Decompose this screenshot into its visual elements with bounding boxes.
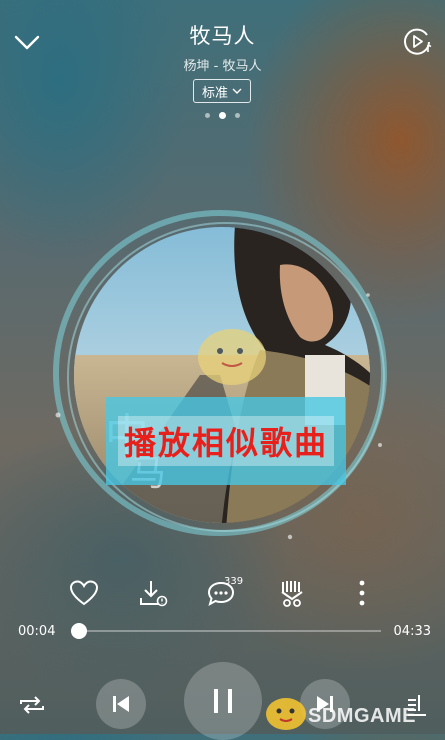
total-time: 04:33 bbox=[393, 624, 431, 639]
more-button[interactable] bbox=[342, 573, 382, 613]
watermark-mascot-icon bbox=[266, 698, 306, 730]
previous-button[interactable] bbox=[96, 679, 146, 729]
play-pause-button[interactable] bbox=[184, 662, 262, 740]
page-indicator bbox=[0, 112, 445, 119]
watermark-text: SDMGAME bbox=[308, 705, 416, 727]
watermark: SDMGAME bbox=[262, 690, 445, 734]
song-artist: 杨坤 - 牧马人 bbox=[183, 59, 262, 74]
heart-icon bbox=[69, 580, 99, 606]
similar-songs-label: 播放相似歌曲 bbox=[117, 416, 334, 466]
like-button[interactable] bbox=[64, 573, 104, 613]
chevron-down-icon bbox=[232, 88, 242, 94]
current-time: 00:04 bbox=[18, 624, 56, 639]
share-icon bbox=[281, 581, 303, 607]
repeat-icon bbox=[20, 696, 44, 714]
action-bar bbox=[0, 573, 445, 613]
player-header: 牧马人 杨坤 - 牧马人 标准 bbox=[0, 18, 445, 119]
album-art[interactable]: 中 马 bbox=[50, 205, 395, 545]
quality-selector[interactable]: 标准 bbox=[193, 79, 251, 103]
more-icon bbox=[359, 580, 365, 606]
pause-icon bbox=[214, 689, 232, 713]
previous-icon bbox=[113, 696, 129, 712]
similar-songs-banner[interactable]: 播放相似歌曲 bbox=[106, 397, 346, 485]
page-dot bbox=[205, 113, 210, 118]
progress-track[interactable] bbox=[74, 630, 381, 632]
status-left bbox=[8, 0, 12, 7]
comment-count: 339 bbox=[224, 576, 244, 587]
repeat-button[interactable] bbox=[14, 687, 50, 723]
progress-thumb[interactable] bbox=[70, 623, 87, 639]
status-bar bbox=[0, 0, 445, 10]
download-button[interactable] bbox=[133, 573, 173, 613]
progress-bar: 00:04 04:33 bbox=[0, 620, 445, 644]
album-cover-image: 中 马 bbox=[53, 210, 387, 540]
video-play-icon bbox=[404, 28, 432, 55]
quality-label: 标准 bbox=[201, 85, 228, 101]
page-dot bbox=[235, 113, 240, 118]
song-title: 牧马人 bbox=[189, 24, 256, 48]
status-right bbox=[434, 0, 438, 7]
download-icon bbox=[140, 581, 168, 607]
video-button[interactable] bbox=[401, 26, 433, 58]
share-button[interactable] bbox=[272, 573, 312, 613]
page-dot-active bbox=[219, 112, 226, 119]
